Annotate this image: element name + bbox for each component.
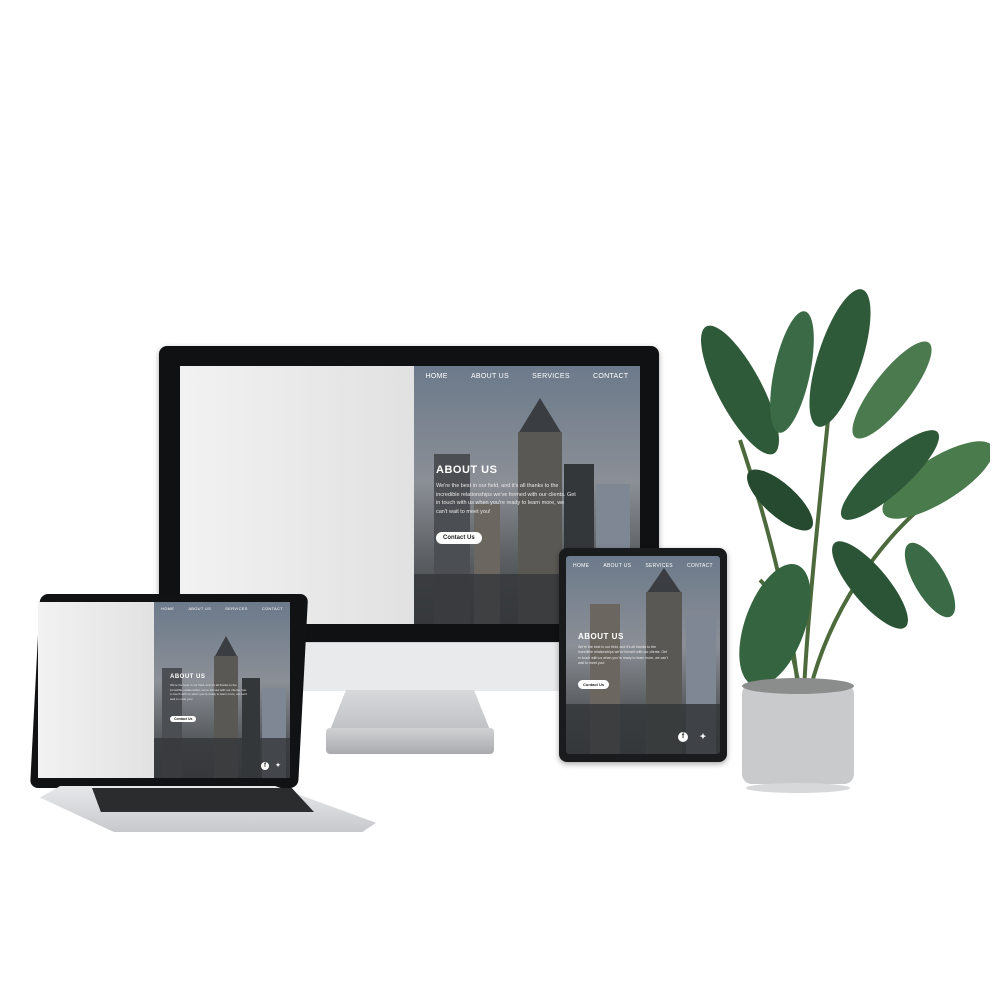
hero-section: ABOUT US We're the best in our field, an…	[170, 674, 248, 725]
nav-home[interactable]: HOME	[426, 366, 448, 388]
nav-about[interactable]: ABOUT US	[188, 602, 211, 616]
hero-body: We're the best in our field, and it's al…	[170, 683, 248, 701]
hero-heading: ABOUT US	[436, 464, 498, 476]
nav-services[interactable]: SERVICES	[645, 556, 673, 576]
nav-contact[interactable]: CONTACT	[262, 602, 283, 616]
fog-overlay	[180, 366, 416, 624]
nav-about[interactable]: ABOUT US	[603, 556, 631, 576]
potted-plant	[701, 289, 990, 793]
nav-home[interactable]: HOME	[573, 556, 589, 576]
plant-leaves	[701, 289, 990, 687]
site-nav: HOME ABOUT US SERVICES CONTACT	[154, 602, 290, 616]
hero-heading: ABOUT US	[170, 674, 206, 680]
site-nav: HOME ABOUT US SERVICES CONTACT	[414, 366, 640, 388]
plant-pot	[742, 678, 854, 793]
contact-button[interactable]: Contact Us	[170, 715, 197, 722]
website-preview-laptop: HOME ABOUT US SERVICES CONTACT ABOUT US …	[38, 602, 290, 778]
hero-section: ABOUT US We're the best in our field, an…	[578, 632, 668, 691]
hero-body: We're the best in our field, and it's al…	[436, 483, 576, 515]
nav-home[interactable]: HOME	[161, 602, 174, 616]
hero-heading: ABOUT US	[578, 632, 624, 641]
nav-contact[interactable]: CONTACT	[593, 366, 628, 388]
nav-services[interactable]: SERVICES	[225, 602, 248, 616]
nav-services[interactable]: SERVICES	[532, 366, 570, 388]
monitor-stand	[330, 690, 490, 730]
hero-body: We're the best in our field, and it's al…	[578, 645, 668, 666]
monitor-base	[326, 728, 494, 754]
contact-button[interactable]: Contact Us	[436, 532, 482, 545]
fog-overlay	[38, 602, 158, 778]
twitter-icon[interactable]: ✦	[274, 762, 282, 770]
facebook-icon[interactable]: f	[261, 762, 269, 770]
hero-section: ABOUT US We're the best in our field, an…	[436, 464, 576, 545]
laptop-keyboard	[92, 788, 314, 812]
laptop-screen: HOME ABOUT US SERVICES CONTACT ABOUT US …	[38, 602, 290, 778]
social-links: f ✦	[261, 762, 282, 770]
nav-about[interactable]: ABOUT US	[471, 366, 509, 388]
contact-button[interactable]: Contact Us	[578, 679, 610, 689]
